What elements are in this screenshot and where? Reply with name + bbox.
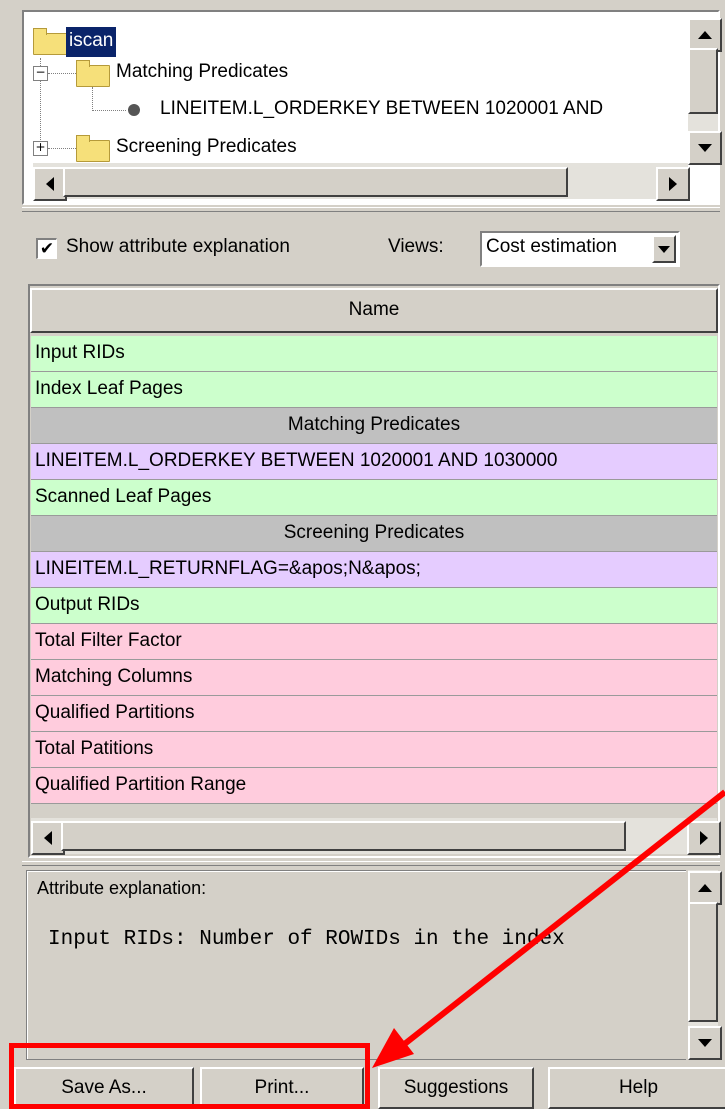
folder-icon [76, 60, 110, 87]
folder-icon [76, 135, 110, 162]
table-row[interactable]: Input RIDs [31, 336, 717, 372]
tree-connector [48, 148, 76, 149]
views-select-value: Cost estimation [486, 236, 617, 257]
scroll-left-arrow-icon[interactable] [33, 167, 67, 201]
table-row[interactable]: LINEITEM.L_RETURNFLAG=&apos;N&apos; [31, 552, 717, 588]
table-row[interactable]: Scanned Leaf Pages [31, 480, 717, 516]
annotation-arrow-head [372, 1028, 414, 1068]
scroll-right-arrow-icon[interactable] [656, 167, 690, 201]
table-row[interactable]: Total Patitions [31, 732, 717, 768]
table-group-row[interactable]: Matching Predicates [31, 408, 717, 444]
scroll-up-arrow-icon[interactable] [688, 18, 722, 52]
scroll-down-arrow-icon[interactable] [688, 131, 722, 165]
splitter[interactable] [22, 207, 720, 212]
scroll-left-arrow-icon[interactable] [31, 821, 65, 855]
table-row[interactable]: LINEITEM.L_ORDERKEY BETWEEN 1020001 AND … [31, 444, 717, 480]
highlight-box [9, 1043, 370, 1109]
tree-leaf-orderkey-predicate[interactable]: LINEITEM.L_ORDERKEY BETWEEN 1020001 AND [160, 98, 688, 120]
table-row[interactable]: Index Leaf Pages [31, 372, 717, 408]
suggestions-button[interactable]: Suggestions [378, 1067, 534, 1109]
tree-connector [48, 73, 76, 74]
tree-node-matching-predicates[interactable]: Matching Predicates [116, 61, 288, 83]
help-button[interactable]: Help [548, 1067, 725, 1109]
tree-node-screening-predicates[interactable]: Screening Predicates [116, 136, 297, 158]
table-row[interactable]: Qualified Partitions [31, 696, 717, 732]
views-label: Views: [388, 236, 444, 257]
table-row[interactable]: Matching Columns [31, 660, 717, 696]
annotation-arrow [372, 789, 725, 1068]
tree-vertical-scroll-thumb[interactable] [688, 48, 718, 114]
tree-connector [92, 87, 93, 111]
tree-connector [92, 110, 126, 111]
table-row[interactable]: Total Filter Factor [31, 624, 717, 660]
expand-icon[interactable]: + [33, 141, 48, 156]
tree-root-iscan[interactable]: iscan [66, 27, 117, 57]
tree-horizontal-scroll-thumb[interactable] [63, 167, 568, 197]
views-select[interactable]: Cost estimation [480, 231, 680, 267]
chevron-down-icon[interactable] [652, 235, 676, 263]
predicate-bullet-icon [128, 104, 140, 116]
table-header-name[interactable]: Name [30, 288, 718, 333]
table-group-row[interactable]: Screening Predicates [31, 516, 717, 552]
folder-icon [33, 28, 67, 55]
table-row[interactable]: Output RIDs [31, 588, 717, 624]
table-rows: Input RIDs Index Leaf Pages Matching Predi… [31, 336, 717, 812]
collapse-icon[interactable]: − [33, 66, 48, 81]
explanation-legend: Attribute explanation: [34, 878, 210, 899]
show-explanation-label[interactable]: Show attribute explanation [66, 236, 290, 258]
show-explanation-checkbox[interactable]: ✔ [36, 238, 57, 259]
annotation-arrow-shaft [400, 789, 725, 1049]
